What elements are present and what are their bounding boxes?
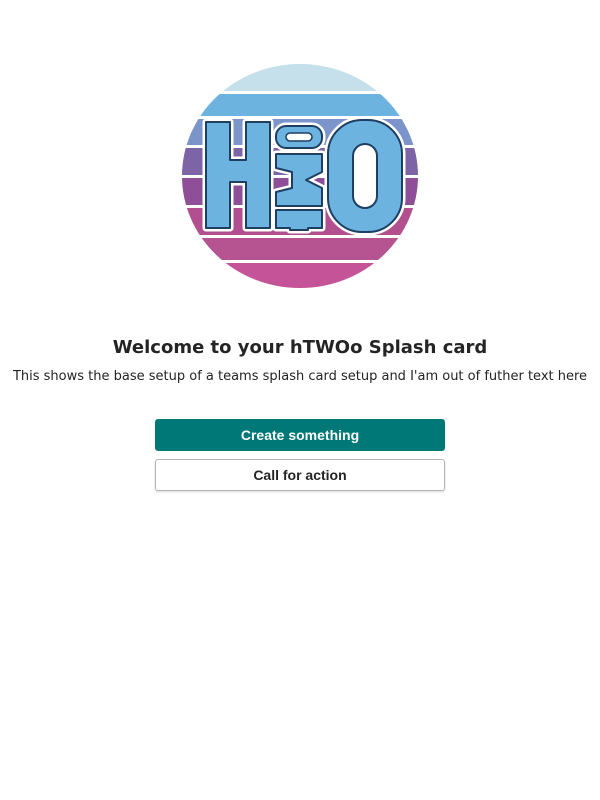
htwoo-logo	[182, 64, 418, 288]
card-subtitle: This shows the base setup of a teams spl…	[12, 369, 588, 384]
card-title: Welcome to your hTWOo Splash card	[112, 337, 488, 358]
htwoo-logo-graphic	[182, 64, 418, 288]
call-for-action-button[interactable]: Call for action	[155, 459, 445, 491]
splash-card: Welcome to your hTWOo Splash card This s…	[0, 0, 600, 800]
create-something-button[interactable]: Create something	[155, 419, 445, 451]
